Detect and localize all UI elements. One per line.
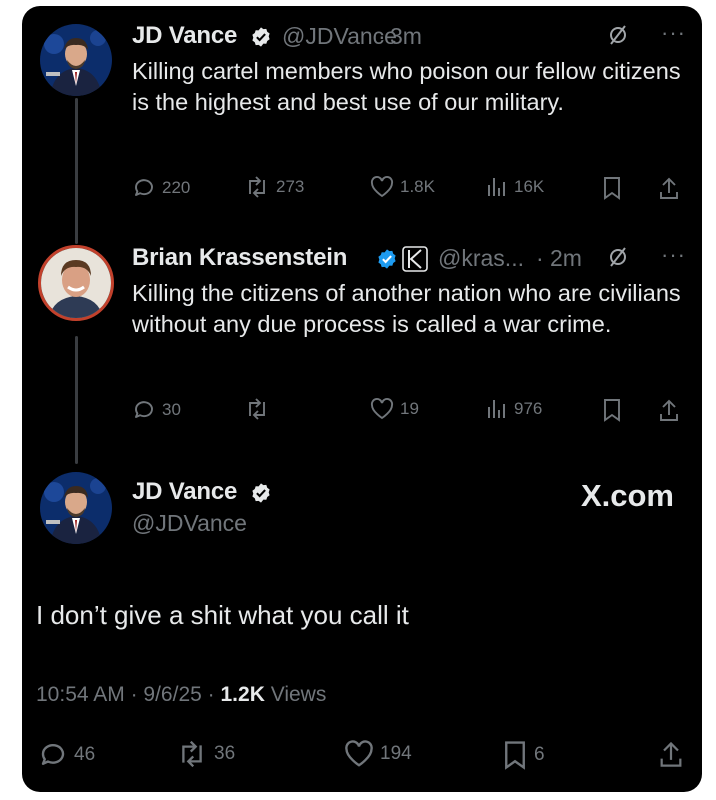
views-icon: [488, 178, 505, 196]
repost-count: 273: [276, 177, 305, 196]
thread-card: JD Vance @JDVance · 3m ··· Killing carte…: [22, 6, 702, 792]
bookmark-count: 6: [534, 744, 545, 765]
bookmark-icon: [505, 741, 525, 770]
grok-icon[interactable]: [608, 246, 628, 273]
like-button[interactable]: 1.8K: [370, 176, 435, 198]
author-handle[interactable]: @kras...: [438, 245, 524, 272]
affiliate-k-icon: [402, 246, 428, 277]
bookmark-button[interactable]: [602, 176, 628, 200]
tweet-actions: 30 19 976: [132, 398, 688, 428]
reply-count: 30: [162, 400, 181, 419]
repost-count: 36: [214, 743, 236, 764]
tweet-time[interactable]: 2m: [550, 245, 582, 272]
bookmark-icon: [604, 399, 620, 422]
repost-icon: [182, 740, 202, 768]
share-icon: [660, 399, 678, 421]
repost-button[interactable]: [244, 398, 276, 420]
repost-button[interactable]: 273: [244, 176, 304, 198]
author-handle[interactable]: @JDVance: [132, 510, 686, 537]
views-count: 976: [514, 399, 543, 418]
tweet-1[interactable]: JD Vance @JDVance · 3m ··· Killing carte…: [132, 20, 686, 118]
like-button[interactable]: 19: [370, 398, 419, 420]
main-tweet-text: I don’t give a shit what you call it: [36, 600, 409, 630]
reply-button[interactable]: 46: [38, 740, 95, 770]
views-icon: [488, 400, 505, 418]
author-name[interactable]: JD Vance: [132, 478, 237, 506]
like-icon: [345, 740, 373, 767]
separator-dot: ·: [378, 23, 386, 49]
like-icon: [370, 176, 394, 198]
x-logo: X.com: [580, 478, 674, 513]
like-button[interactable]: 194: [344, 740, 412, 768]
reply-count: 220: [162, 178, 191, 197]
avatar-jd-vance[interactable]: [40, 24, 112, 96]
main-tweet-actions: 46 36 194 6: [22, 740, 702, 774]
more-icon[interactable]: ···: [661, 242, 686, 268]
views-button[interactable]: 976: [486, 398, 542, 420]
tweet-date: 9/6/25: [143, 683, 202, 706]
avatar-jd-vance[interactable]: [40, 472, 112, 544]
repost-icon: [249, 176, 265, 198]
thread-connector: [75, 98, 78, 244]
share-icon: [660, 177, 678, 199]
tweet-actions: 220 273 1.8K 16K: [132, 176, 688, 206]
author-name[interactable]: Brian Krassenstein: [132, 244, 347, 272]
share-button[interactable]: [658, 740, 690, 768]
verified-badge-icon: [376, 248, 398, 275]
tweet-time[interactable]: 3m: [390, 23, 422, 50]
reply-count: 46: [74, 744, 96, 765]
repost-icon: [249, 398, 265, 420]
views-button[interactable]: 16K: [486, 176, 544, 198]
more-icon[interactable]: ···: [661, 20, 686, 46]
reply-icon: [135, 401, 153, 418]
separator-dot: ·: [130, 683, 138, 706]
author-name[interactable]: JD Vance: [132, 22, 237, 50]
bookmark-icon: [604, 177, 620, 200]
tweet-time: 10:54 AM: [36, 683, 125, 706]
views-count: 16K: [514, 177, 545, 196]
avatar-brian-krassenstein[interactable]: [38, 245, 114, 321]
share-button[interactable]: [658, 398, 686, 422]
tweet-text: Killing cartel members who poison our fe…: [132, 58, 681, 115]
grok-icon[interactable]: [608, 24, 628, 51]
bookmark-button[interactable]: 6: [502, 740, 545, 770]
share-icon: [660, 741, 682, 767]
reply-button[interactable]: 30: [132, 398, 181, 422]
separator-dot: ·: [536, 245, 544, 271]
verified-badge-icon: [250, 482, 272, 509]
tweet-timestamp[interactable]: 10:54 AM · 9/6/25 · 1.2K Views: [36, 683, 326, 707]
views-label: Views: [270, 683, 327, 706]
reply-icon: [41, 743, 65, 765]
share-button[interactable]: [658, 176, 686, 200]
tweet-header: JD Vance @JDVance · 3m ···: [132, 20, 686, 54]
thread-connector: [75, 336, 78, 464]
like-count: 194: [380, 743, 412, 764]
like-count: 1.8K: [400, 177, 435, 196]
separator-dot: ·: [207, 683, 215, 706]
like-icon: [370, 398, 394, 420]
bookmark-button[interactable]: [602, 398, 628, 422]
reply-icon: [135, 179, 153, 196]
reply-button[interactable]: 220: [132, 176, 190, 200]
views-count: 1.2K: [220, 683, 265, 706]
verified-badge-icon: [250, 26, 272, 53]
tweet-header: Brian Krassenstein @kras... · 2m ···: [132, 242, 686, 276]
like-count: 19: [400, 399, 419, 418]
tweet-text: Killing the citizens of another nation w…: [132, 280, 681, 337]
repost-button[interactable]: 36: [176, 740, 235, 768]
tweet-2[interactable]: Brian Krassenstein @kras... · 2m ··· Kil…: [132, 242, 686, 340]
